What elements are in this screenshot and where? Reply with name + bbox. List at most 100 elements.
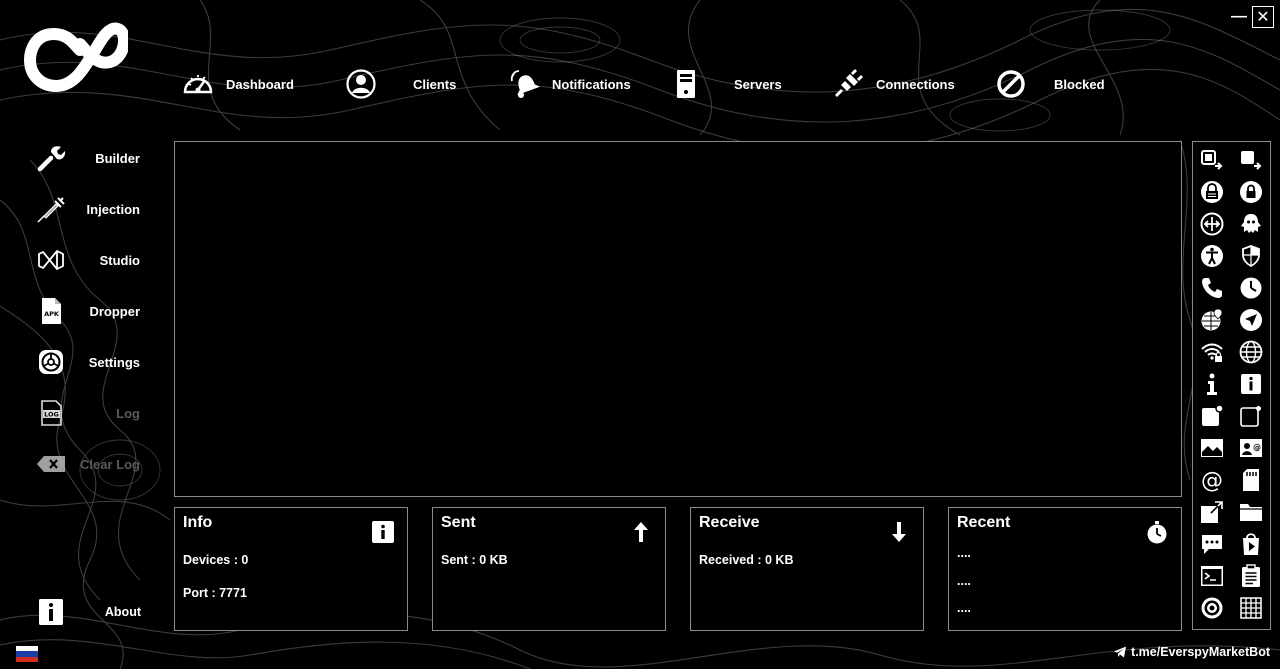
arrow-up-icon <box>634 522 648 542</box>
wrench-icon <box>37 146 66 172</box>
tool-globe[interactable] <box>1238 339 1264 365</box>
user-icon <box>346 69 376 99</box>
nav-dashboard[interactable]: Dashboard <box>182 66 294 102</box>
chat-icon <box>1202 535 1222 554</box>
clipboard-icon <box>1242 564 1260 587</box>
terminal-icon <box>1201 566 1223 586</box>
tool-info-square[interactable] <box>1238 371 1264 397</box>
open-external-icon <box>1201 501 1223 523</box>
accessibility-icon <box>1201 245 1223 267</box>
telegram-link[interactable]: t.me/EverspyMarketBot <box>1113 645 1270 659</box>
globe-icon <box>1239 340 1263 364</box>
tool-arrows[interactable] <box>1199 211 1225 237</box>
tool-shield[interactable] <box>1238 243 1264 269</box>
info-box-icon <box>39 599 63 625</box>
tool-phone[interactable] <box>1199 275 1225 301</box>
apk-file-icon: APK <box>42 298 61 324</box>
log-file-icon: LOG <box>41 400 62 426</box>
close-button[interactable]: ✕ <box>1252 6 1274 28</box>
nav-clients[interactable]: Clients <box>345 66 456 102</box>
sent-value: Sent : 0 KB <box>441 553 508 567</box>
tool-sd-card[interactable] <box>1238 467 1264 493</box>
info-card: Info Devices : 0 Port : 7771 <box>174 507 408 631</box>
recent-card: Recent .... .... .... <box>948 507 1182 631</box>
tool-target[interactable] <box>1199 595 1225 621</box>
tool-at-sign[interactable]: @ <box>1199 467 1225 493</box>
tool-globe-pin[interactable] <box>1199 307 1225 333</box>
tool-wifi-lock[interactable] <box>1199 339 1225 365</box>
nav-blocked[interactable]: Blocked <box>995 66 1105 102</box>
nav-servers[interactable]: Servers <box>670 66 782 102</box>
tool-folder[interactable] <box>1238 499 1264 525</box>
tool-info-letter[interactable] <box>1199 371 1225 397</box>
server-icon <box>677 70 695 98</box>
clear-icon <box>37 456 65 472</box>
bell-icon <box>510 70 540 98</box>
phone-icon <box>1202 278 1222 298</box>
arrow-down-icon <box>892 522 906 542</box>
info-letter-icon <box>1207 373 1217 395</box>
tool-keypad[interactable] <box>1238 595 1264 621</box>
tool-notification-outline[interactable] <box>1238 403 1264 429</box>
nav-connections[interactable]: Connections <box>832 66 955 102</box>
tool-chat[interactable] <box>1199 531 1225 557</box>
sidebar-item-log[interactable]: LOG Log <box>0 393 170 433</box>
lock-pattern-icon <box>1201 181 1223 203</box>
contact-card-icon: @ <box>1240 439 1262 457</box>
tool-image[interactable] <box>1199 435 1225 461</box>
syringe-icon <box>37 197 65 223</box>
infinity-logo <box>24 22 128 93</box>
tool-play-store[interactable] <box>1238 531 1264 557</box>
tool-clock[interactable] <box>1238 275 1264 301</box>
recent-item: .... <box>957 574 971 588</box>
sidebar-item-injection[interactable]: Injection <box>0 189 170 229</box>
tool-lock-pattern[interactable] <box>1199 179 1225 205</box>
navigation-icon <box>1240 309 1262 331</box>
sidebar-item-clear-log-label: Clear Log <box>80 456 140 472</box>
sidebar-item-settings-label: Settings <box>88 354 140 370</box>
recent-item: .... <box>957 601 971 615</box>
nav-servers-label: Servers <box>734 76 782 92</box>
about-button[interactable]: About <box>0 594 170 630</box>
tool-contact-card[interactable]: @ <box>1238 435 1264 461</box>
receive-card: Receive Received : 0 KB <box>690 507 924 631</box>
sidebar-item-settings[interactable]: Settings <box>0 342 170 382</box>
sidebar-item-studio-label: Studio <box>99 252 140 268</box>
screen-share-icon <box>1201 150 1223 170</box>
sidebar-item-builder[interactable]: Builder <box>0 138 170 178</box>
block-icon <box>997 70 1025 98</box>
tool-accessibility[interactable] <box>1199 243 1225 269</box>
ghost-icon <box>1241 214 1261 233</box>
tool-screen-record[interactable] <box>1238 147 1264 173</box>
recent-item: .... <box>957 546 971 560</box>
tool-terminal[interactable] <box>1199 563 1225 589</box>
main-content-panel <box>174 141 1182 497</box>
plug-icon <box>834 68 864 98</box>
tool-screen-share[interactable] <box>1199 147 1225 173</box>
devices-count: Devices : 0 <box>183 553 249 567</box>
svg-text:APK: APK <box>44 310 60 318</box>
nav-notifications-label: Notifications <box>552 76 631 92</box>
tool-lock[interactable] <box>1238 179 1264 205</box>
settings-icon <box>39 350 63 374</box>
nav-notifications[interactable]: Notifications <box>508 66 631 102</box>
tool-open-external[interactable] <box>1199 499 1225 525</box>
sent-card: Sent Sent : 0 KB <box>432 507 666 631</box>
minimize-button[interactable]: — <box>1228 6 1250 28</box>
tool-navigation[interactable] <box>1238 307 1264 333</box>
sidebar-item-dropper[interactable]: APK Dropper <box>0 291 170 331</box>
flag-stripe-red <box>16 656 38 662</box>
sidebar-item-studio[interactable]: Studio <box>0 240 170 280</box>
tool-ghost[interactable] <box>1238 211 1264 237</box>
screen-record-icon <box>1241 151 1262 170</box>
sidebar-item-clear-log[interactable]: Clear Log <box>0 444 170 484</box>
info-icon <box>372 521 394 543</box>
sent-card-title: Sent <box>441 514 476 531</box>
nav-dashboard-label: Dashboard <box>226 76 294 92</box>
tool-notification-square[interactable] <box>1199 403 1225 429</box>
visual-studio-icon <box>38 250 64 270</box>
notification-outline-icon <box>1240 406 1261 427</box>
russia-flag[interactable] <box>16 646 38 662</box>
tool-clipboard[interactable] <box>1238 563 1264 589</box>
keypad-icon <box>1240 597 1262 619</box>
